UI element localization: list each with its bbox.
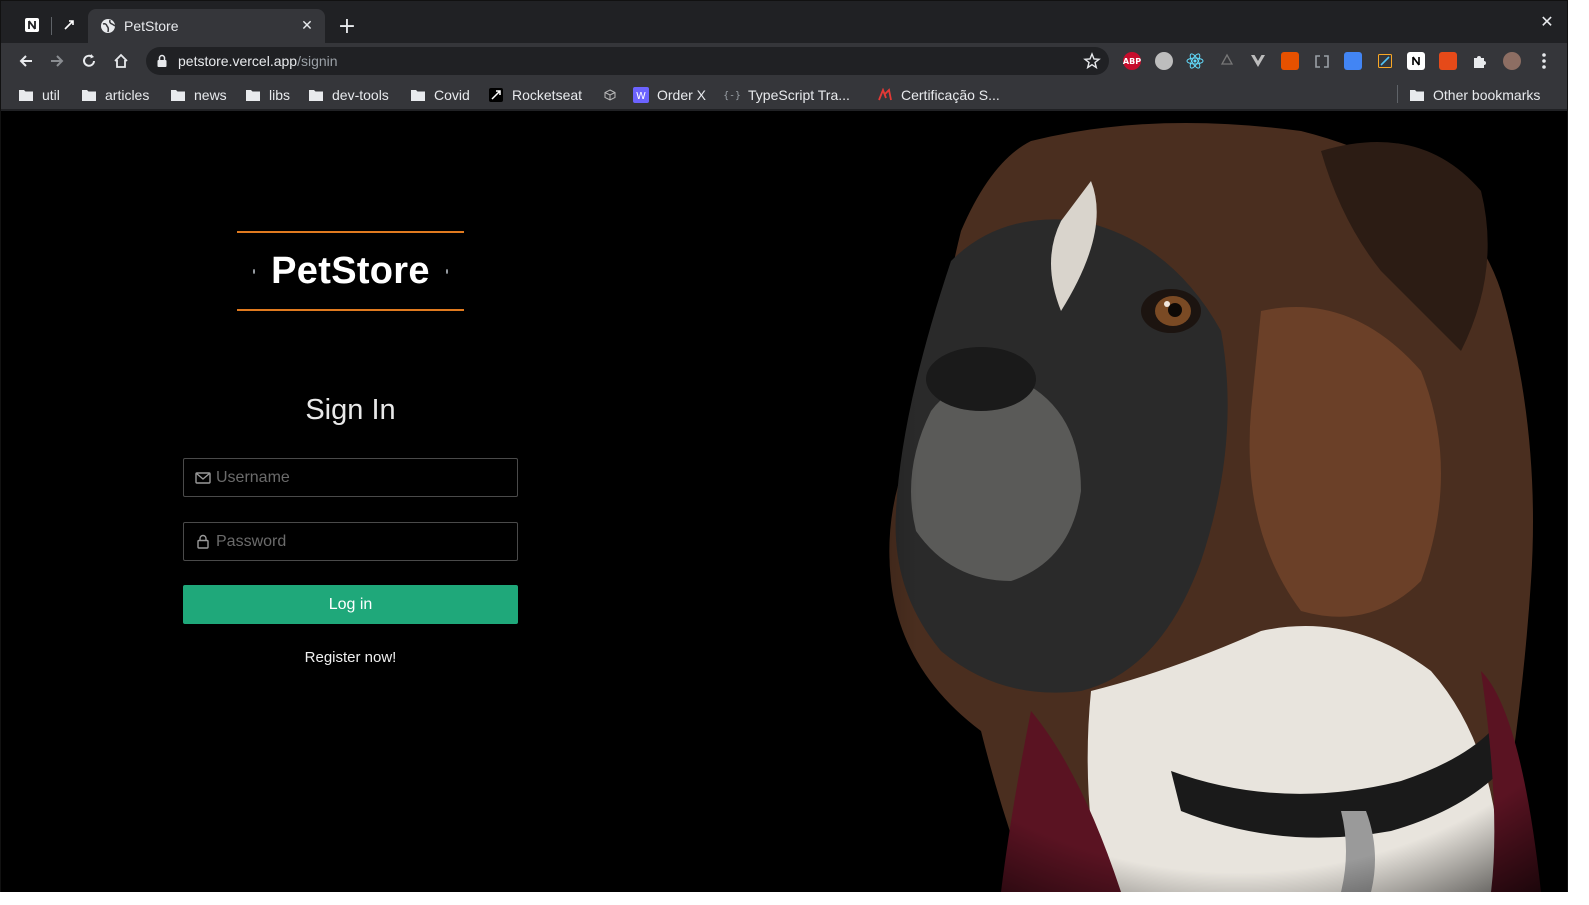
folder-icon: [245, 87, 261, 103]
bookmark-articles[interactable]: articles: [81, 84, 149, 106]
bookmark-label: Covid: [434, 87, 470, 103]
menu-button[interactable]: [1532, 49, 1556, 73]
bookmark-util[interactable]: util: [18, 84, 60, 106]
bookmark-label: dev-tools: [332, 87, 389, 103]
codesandbox-icon: [602, 87, 618, 103]
browser-window: PetStore ✕ + ✕ petstore.vercel.app/signi…: [0, 0, 1568, 892]
lock-icon: [157, 54, 167, 67]
url-text: petstore.vercel.app/signin: [178, 53, 338, 69]
svg-text:{-}: {-}: [724, 91, 740, 102]
other-bookmarks[interactable]: Other bookmarks: [1409, 84, 1540, 106]
notion-pinned-tab[interactable]: [18, 11, 46, 39]
vue-devtools-icon[interactable]: [1249, 52, 1267, 70]
bookmark-libs[interactable]: libs: [245, 84, 290, 106]
bookmark-news[interactable]: news: [170, 84, 227, 106]
extension-orange-icon[interactable]: [1281, 52, 1299, 70]
tab-petstore[interactable]: PetStore ✕: [88, 9, 325, 43]
svg-text:W: W: [636, 91, 646, 102]
edit-icon[interactable]: [1376, 52, 1394, 70]
home-icon: [114, 53, 128, 68]
puzzle-icon[interactable]: [1471, 52, 1489, 70]
tab-title: PetStore: [124, 18, 179, 34]
bookmark-label: Order X: [657, 87, 707, 103]
bookmark-order-x[interactable]: W Order X: [633, 84, 706, 106]
close-tab-icon[interactable]: ✕: [299, 18, 315, 34]
toolbar: petstore.vercel.app/signin ABP: [1, 43, 1567, 79]
extension-red-icon[interactable]: [1439, 52, 1457, 70]
kebab-menu-icon: [1542, 53, 1546, 69]
lock-icon: [194, 533, 212, 551]
folder-icon: [308, 87, 324, 103]
bookmark-certifica-o-s[interactable]: Certificação S...: [877, 84, 1000, 106]
close-window-button[interactable]: ✕: [1537, 11, 1557, 31]
globe-icon: [101, 19, 116, 33]
octotree-icon[interactable]: [1154, 52, 1173, 70]
certificacao-icon: [877, 87, 893, 103]
clipboard-icon[interactable]: [1313, 52, 1331, 70]
bookmark-typescript-tra[interactable]: {-} TypeScript Tra...: [724, 84, 850, 106]
address-bar[interactable]: petstore.vercel.app/signin: [146, 47, 1109, 75]
notion-icon[interactable]: [1407, 52, 1426, 70]
password-input[interactable]: [216, 523, 517, 560]
adblock-plus-icon[interactable]: ABP: [1123, 52, 1141, 70]
bookmark-rocketseat[interactable]: Rocketseat: [488, 84, 582, 106]
forward-button[interactable]: [45, 49, 69, 73]
bookmark-label: Rocketseat: [512, 87, 583, 103]
page-viewport: PetStore Sign In Log in Register now!: [1, 111, 1567, 892]
bookmark-label: Certificação S...: [901, 87, 1000, 103]
bookmarks-bar: util articles news libs dev-tools Covid Rocket…: [1, 79, 1567, 110]
logo-dot-right: [445, 268, 448, 274]
folder-icon: [81, 87, 97, 103]
folder-icon: [410, 87, 426, 103]
react-devtools-icon[interactable]: [1186, 52, 1204, 70]
bookmark-codesandbox[interactable]: [602, 84, 626, 106]
tab-separator: [51, 17, 52, 35]
bookmark-dev-tools[interactable]: dev-tools: [308, 84, 389, 106]
home-button[interactable]: [109, 49, 133, 73]
rocketseat-icon: [64, 20, 74, 30]
arrow-right-icon: [51, 55, 64, 67]
reload-button[interactable]: [77, 49, 101, 73]
bookmarks-separator: [1397, 85, 1398, 103]
folder-icon: [18, 87, 34, 103]
register-link[interactable]: Register now!: [183, 649, 518, 666]
login-button[interactable]: Log in: [183, 585, 518, 624]
arrow-left-icon: [19, 55, 32, 67]
rocketseat-icon: [488, 87, 504, 103]
password-field[interactable]: [183, 522, 518, 561]
notion-icon: [25, 18, 39, 32]
mail-icon: [194, 469, 212, 487]
logo-text: PetStore: [271, 249, 430, 292]
url-path: /signin: [297, 53, 338, 69]
bookmark-label: util: [42, 87, 60, 103]
username-input[interactable]: [216, 459, 517, 496]
order-x-icon: W: [633, 87, 649, 103]
url-host: petstore.vercel.app: [178, 53, 298, 69]
other-bookmarks-label: Other bookmarks: [1433, 87, 1541, 103]
boxer-dog-photo: [701, 111, 1567, 892]
recycle-icon[interactable]: [1218, 52, 1236, 70]
bookmark-label: libs: [269, 87, 291, 103]
tab-strip: PetStore ✕ + ✕: [1, 1, 1567, 43]
folder-icon: [1409, 87, 1425, 103]
bookmark-covid[interactable]: Covid: [410, 84, 470, 106]
username-field[interactable]: [183, 458, 518, 497]
bookmark-label: TypeScript Tra...: [748, 87, 850, 103]
bookmark-label: news: [194, 87, 227, 103]
typescript-icon: {-}: [724, 87, 740, 103]
logo-dot-left: [253, 268, 256, 274]
bookmark-label: articles: [105, 87, 150, 103]
google-translate-icon[interactable]: [1344, 52, 1363, 70]
profile-avatar[interactable]: [1503, 52, 1521, 70]
reload-icon: [83, 54, 95, 67]
page-title: Sign In: [305, 394, 396, 426]
back-button[interactable]: [14, 49, 38, 73]
folder-icon: [170, 87, 186, 103]
petstore-logo: PetStore: [237, 231, 464, 311]
rocketseat-pinned-tab[interactable]: [55, 11, 83, 39]
bookmark-star-icon[interactable]: [1083, 52, 1101, 70]
new-tab-button[interactable]: +: [335, 14, 359, 39]
